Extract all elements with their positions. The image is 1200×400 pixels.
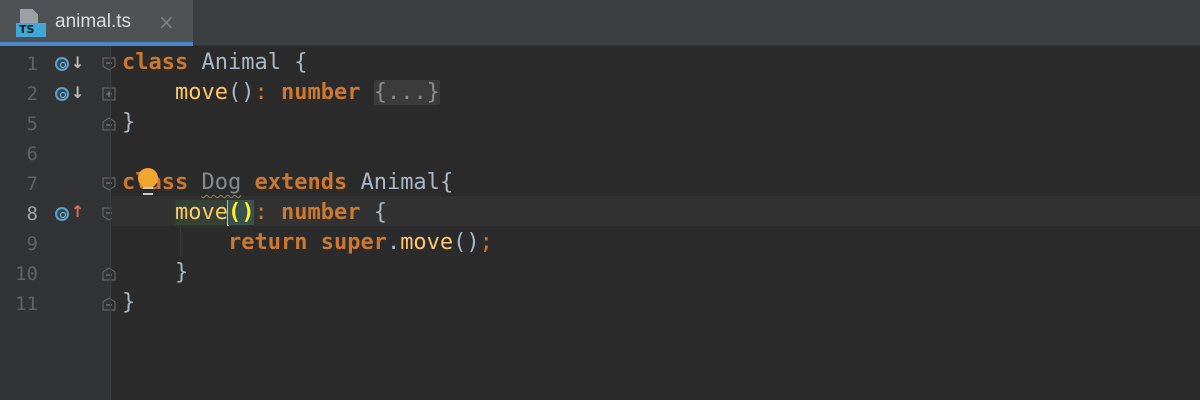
gutter-row: 8 ↑ [0,199,116,229]
code-line[interactable]: move(): number { [122,198,387,228]
colon: : [254,200,268,225]
gutter-row: 7 [0,169,116,199]
gutter[interactable]: 1 ↓ 2 ↓ 5 6 7 8 ↑ 9 10 11 [0,46,116,400]
ts-badge: TS [16,23,46,37]
matched-paren: ) [241,200,255,225]
editor-tab-bar: TS animal.ts × [0,0,1200,46]
code-line[interactable]: } [122,288,135,318]
keyword: extends [254,170,348,195]
line-number: 2 [26,83,38,105]
gutter-row: 5 [0,109,116,139]
brace: } [122,110,136,135]
dot: . [386,230,401,255]
brace: { [373,200,387,225]
overridden-method-icon[interactable]: ↓ [55,55,84,75]
tab-title: animal.ts [55,11,132,32]
method-name: move [174,200,228,225]
tab-animal-ts[interactable]: TS animal.ts × [0,0,193,46]
keyword: class [122,50,189,75]
gutter-row: 1 ↓ [0,49,116,79]
close-icon[interactable]: × [158,10,175,34]
gutter-row: 10 [0,259,116,289]
semicolon: ; [479,230,493,255]
colon: : [254,80,268,105]
gutter-row: 9 [0,229,110,259]
overridden-method-icon[interactable]: ↓ [55,85,84,105]
typescript-file-icon: TS [16,9,46,37]
gutter-row: 11 [0,289,116,319]
folded-code-placeholder[interactable]: {...} [373,80,440,105]
line-number: 9 [26,233,38,255]
intention-bulb-icon[interactable] [136,168,160,195]
code-line[interactable]: } [122,108,135,138]
code-editor: TS animal.ts × 1 ↓ 2 ↓ 5 6 7 8 ↑ 9 10 11… [0,0,1200,400]
line-number: 5 [26,113,38,135]
unused-class-name: Dog [201,170,242,195]
code-line[interactable]: return super.move(); [122,228,493,258]
method-name: move [174,80,228,105]
line-number: 1 [26,53,38,75]
code-area[interactable]: class Animal { move(): number {...} } cl… [112,46,1200,400]
current-line-number: 8 [26,203,38,225]
parens: () [453,230,480,255]
keyword: return [227,230,308,255]
code-line[interactable]: class Dog extends Animal{ [122,168,453,198]
line-number: 11 [15,293,38,315]
brace: { [294,50,308,75]
implementing-method-icon[interactable]: ↑ [55,204,84,225]
keyword: super [320,230,387,255]
code-line[interactable]: move(): number {...} [122,78,440,108]
code-line[interactable]: class Animal { [122,48,307,78]
type-keyword: number [280,200,361,225]
brace: } [122,290,136,315]
type-keyword: number [280,80,361,105]
code-line[interactable]: } [122,258,188,288]
line-number: 7 [26,173,38,195]
gutter-divider [110,46,111,400]
brace: { [439,170,454,195]
matched-paren: ( [227,200,242,225]
class-name: Animal [201,50,281,75]
gutter-row: 6 [0,139,110,169]
gutter-row: 2 ↓ [0,79,116,109]
line-number: 6 [26,143,38,165]
method-name: move [400,230,454,255]
class-name: Animal [360,170,440,195]
parens: () [227,80,255,105]
line-number: 10 [15,263,38,285]
brace: } [174,260,189,285]
